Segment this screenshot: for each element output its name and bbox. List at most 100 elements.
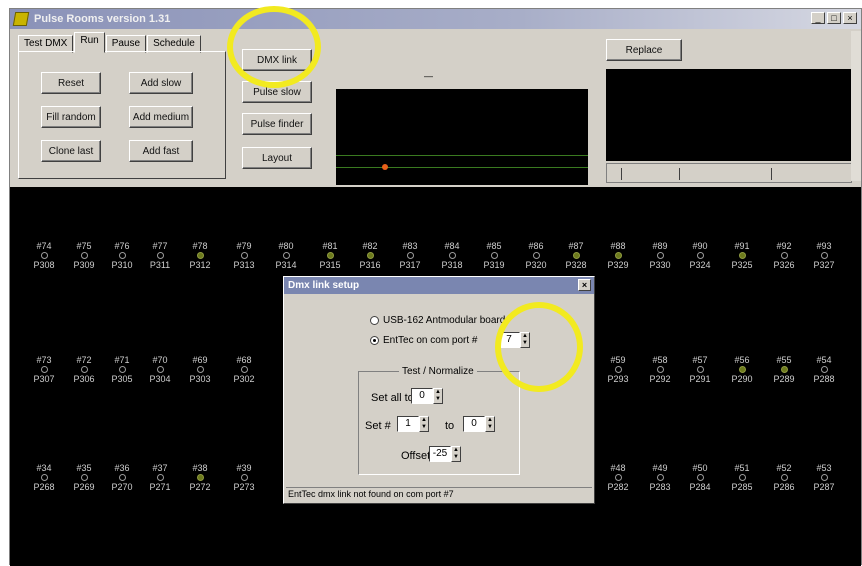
stepper-arrows-icon[interactable]: ▲ ▼ xyxy=(419,416,429,432)
set-number-label: Set # xyxy=(365,420,391,432)
to-value[interactable]: 0 xyxy=(463,416,485,432)
offset-stepper[interactable]: -25 ▲ ▼ xyxy=(429,446,461,462)
room-pin: P329 xyxy=(607,260,629,270)
room-cell[interactable]: #81 P315 xyxy=(316,241,344,270)
stepper-arrows-icon[interactable]: ▲ ▼ xyxy=(433,388,443,404)
room-number: #93 xyxy=(816,241,832,251)
vertical-scrollbar[interactable] xyxy=(851,31,861,181)
room-cell[interactable]: #80 P314 xyxy=(272,241,300,270)
room-cell[interactable]: #92 P326 xyxy=(770,241,798,270)
room-cell[interactable]: #36 P270 xyxy=(108,463,136,492)
room-number: #81 xyxy=(322,241,338,251)
room-cell[interactable]: #51 P285 xyxy=(728,463,756,492)
stepper-arrows-icon[interactable]: ▲ ▼ xyxy=(485,416,495,432)
room-cell[interactable]: #85 P319 xyxy=(480,241,508,270)
enttec-option[interactable]: EntTec on com port # xyxy=(370,335,478,346)
room-cell[interactable]: #82 P316 xyxy=(356,241,384,270)
dialog-title-bar[interactable]: Dmx link setup × xyxy=(284,277,594,294)
fill-random-button[interactable]: Fill random xyxy=(41,106,101,128)
radio-enttec[interactable] xyxy=(370,335,379,345)
room-cell[interactable]: #70 P304 xyxy=(146,355,174,384)
add-fast-button[interactable]: Add fast xyxy=(129,140,193,162)
tab-run[interactable]: Run xyxy=(74,32,105,53)
pulse-finder-button[interactable]: Pulse finder xyxy=(242,113,312,135)
room-cell[interactable]: #50 P284 xyxy=(686,463,714,492)
room-cell[interactable]: #79 P313 xyxy=(230,241,258,270)
room-cell[interactable]: #69 P303 xyxy=(186,355,214,384)
maximize-button[interactable]: □ xyxy=(827,12,841,24)
room-number: #39 xyxy=(236,463,252,473)
room-cell[interactable]: #83 P317 xyxy=(396,241,424,270)
room-status-icon xyxy=(366,252,374,259)
room-cell[interactable]: #54 P288 xyxy=(810,355,838,384)
room-cell[interactable]: #72 P306 xyxy=(70,355,98,384)
to-stepper[interactable]: 0 ▲ ▼ xyxy=(463,416,495,432)
room-cell[interactable]: #59 P293 xyxy=(604,355,632,384)
room-cell[interactable]: #57 P291 xyxy=(686,355,714,384)
room-status-icon xyxy=(696,474,704,481)
set-number-value[interactable]: 1 xyxy=(397,416,419,432)
minimize-button[interactable]: _ xyxy=(811,12,825,24)
replace-button[interactable]: Replace xyxy=(606,39,682,61)
room-cell[interactable]: #39 P273 xyxy=(230,463,258,492)
timeline-ruler[interactable] xyxy=(606,163,852,183)
room-cell[interactable]: #34 P268 xyxy=(30,463,58,492)
dialog-close-button[interactable]: × xyxy=(578,279,591,291)
room-cell[interactable]: #73 P307 xyxy=(30,355,58,384)
room-pin: P314 xyxy=(275,260,297,270)
room-cell[interactable]: #90 P324 xyxy=(686,241,714,270)
room-cell[interactable]: #87 P328 xyxy=(562,241,590,270)
room-number: #59 xyxy=(610,355,626,365)
room-number: #91 xyxy=(734,241,750,251)
set-all-value[interactable]: 0 xyxy=(411,388,433,404)
ruler-tick xyxy=(771,168,772,180)
room-cell[interactable]: #49 P283 xyxy=(646,463,674,492)
room-cell[interactable]: #35 P269 xyxy=(70,463,98,492)
set-all-stepper[interactable]: 0 ▲ ▼ xyxy=(411,388,443,404)
room-cell[interactable]: #38 P272 xyxy=(186,463,214,492)
room-pin: P319 xyxy=(483,260,505,270)
room-cell[interactable]: #77 P311 xyxy=(146,241,174,270)
room-cell[interactable]: #53 P287 xyxy=(810,463,838,492)
room-number: #85 xyxy=(486,241,502,251)
room-pin: P330 xyxy=(649,260,671,270)
offset-value[interactable]: -25 xyxy=(429,446,451,462)
room-cell[interactable]: #48 P282 xyxy=(604,463,632,492)
room-cell[interactable]: #84 P318 xyxy=(438,241,466,270)
reset-button[interactable]: Reset xyxy=(41,72,101,94)
radio-usb[interactable] xyxy=(370,315,379,325)
room-cell[interactable]: #91 P325 xyxy=(728,241,756,270)
room-status-icon xyxy=(282,252,290,259)
room-cell[interactable]: #56 P290 xyxy=(728,355,756,384)
room-cell[interactable]: #58 P292 xyxy=(646,355,674,384)
room-pin: P312 xyxy=(189,260,211,270)
set-number-stepper[interactable]: 1 ▲ ▼ xyxy=(397,416,429,432)
usb-option[interactable]: USB-162 Antmodular board xyxy=(370,315,505,326)
add-slow-button[interactable]: Add slow xyxy=(129,72,193,94)
room-pin: P292 xyxy=(649,374,671,384)
room-cell[interactable]: #89 P330 xyxy=(646,241,674,270)
close-button[interactable]: × xyxy=(843,12,857,24)
room-cell[interactable]: #68 P302 xyxy=(230,355,258,384)
room-status-icon xyxy=(118,474,126,481)
room-cell[interactable]: #88 P329 xyxy=(604,241,632,270)
stepper-arrows-icon[interactable]: ▲ ▼ xyxy=(451,446,461,462)
room-status-icon xyxy=(490,252,498,259)
room-cell[interactable]: #76 P310 xyxy=(108,241,136,270)
layout-button[interactable]: Layout xyxy=(242,147,312,169)
room-cell[interactable]: #71 P305 xyxy=(108,355,136,384)
room-cell[interactable]: #93 P327 xyxy=(810,241,838,270)
clone-last-button[interactable]: Clone last xyxy=(41,140,101,162)
room-pin: P318 xyxy=(441,260,463,270)
room-cell[interactable]: #37 P271 xyxy=(146,463,174,492)
room-cell[interactable]: #78 P312 xyxy=(186,241,214,270)
room-status-icon xyxy=(656,474,664,481)
room-pin: P289 xyxy=(773,374,795,384)
room-cell[interactable]: #52 P286 xyxy=(770,463,798,492)
room-cell[interactable]: #86 P320 xyxy=(522,241,550,270)
room-cell[interactable]: #75 P309 xyxy=(70,241,98,270)
room-cell[interactable]: #55 P289 xyxy=(770,355,798,384)
room-cell[interactable]: #74 P308 xyxy=(30,241,58,270)
title-bar[interactable]: Pulse Rooms version 1.31 _ □ × xyxy=(10,9,861,29)
add-medium-button[interactable]: Add medium xyxy=(129,106,193,128)
